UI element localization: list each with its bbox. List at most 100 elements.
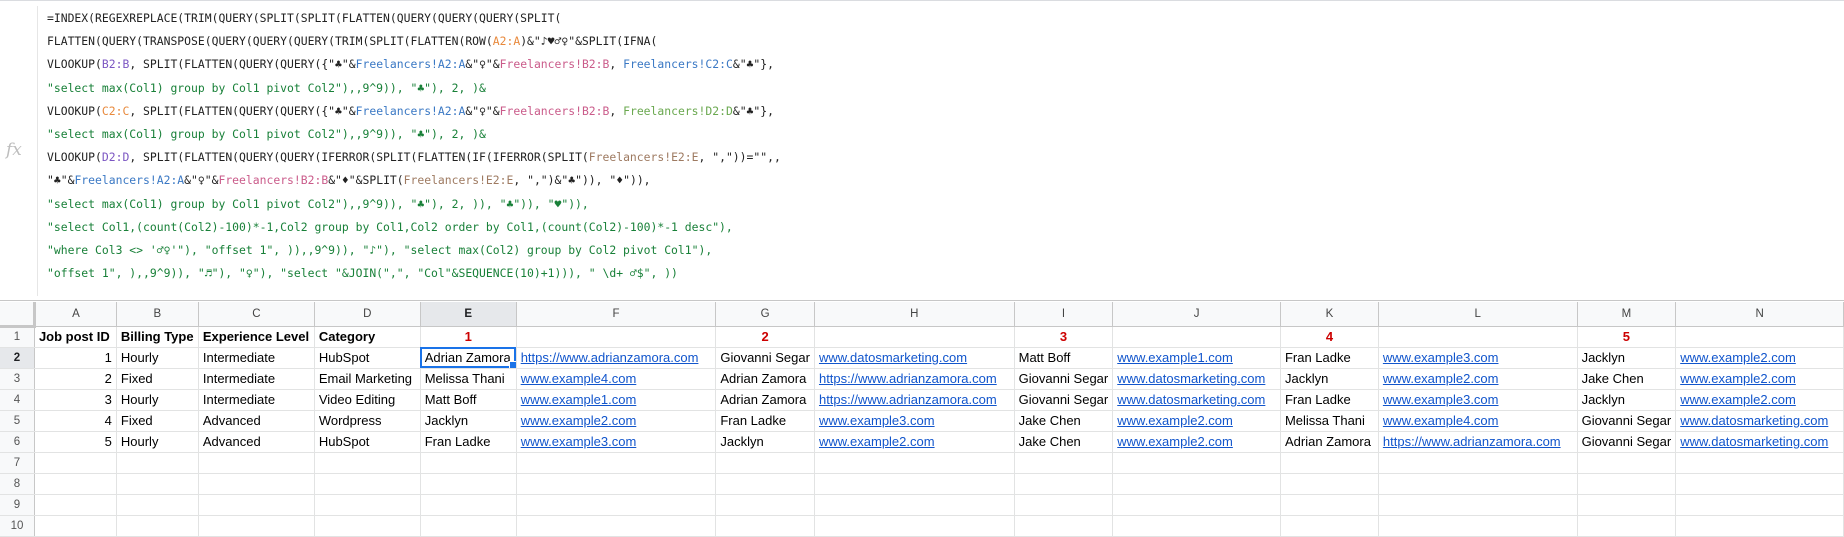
select-all-corner[interactable] bbox=[0, 302, 36, 328]
data-cell[interactable]: www.example2.com bbox=[516, 410, 717, 432]
empty-cell[interactable] bbox=[814, 452, 1015, 474]
empty-cell[interactable] bbox=[1014, 473, 1114, 495]
column-header-k[interactable]: K bbox=[1280, 302, 1379, 327]
empty-cell[interactable] bbox=[814, 494, 1015, 516]
data-cell[interactable]: www.datosmarketing.com bbox=[814, 347, 1015, 369]
data-cell[interactable]: Giovanni Segar bbox=[1014, 368, 1114, 390]
cell-link[interactable]: www.example3.com bbox=[521, 434, 637, 449]
empty-cell[interactable] bbox=[34, 473, 117, 495]
data-cell[interactable]: Fran Ladke bbox=[1280, 389, 1379, 411]
empty-cell[interactable] bbox=[34, 494, 117, 516]
data-cell[interactable]: www.datosmarketing.com bbox=[1675, 410, 1844, 432]
empty-cell[interactable] bbox=[1675, 494, 1844, 516]
empty-cell[interactable] bbox=[1280, 494, 1379, 516]
header-cell[interactable]: 5 bbox=[1577, 326, 1677, 348]
empty-cell[interactable] bbox=[314, 515, 421, 537]
empty-cell[interactable] bbox=[1112, 452, 1281, 474]
data-cell[interactable]: Jacklyn bbox=[1280, 368, 1379, 390]
empty-cell[interactable] bbox=[116, 515, 199, 537]
cell-link[interactable]: www.example3.com bbox=[819, 413, 935, 428]
header-cell[interactable]: 4 bbox=[1280, 326, 1379, 348]
empty-cell[interactable] bbox=[1378, 452, 1578, 474]
data-cell[interactable]: Advanced bbox=[198, 410, 315, 432]
row-header[interactable]: 1 bbox=[0, 326, 35, 348]
empty-cell[interactable] bbox=[420, 494, 517, 516]
header-cell[interactable]: Experience Level bbox=[198, 326, 315, 348]
cell-link[interactable]: www.example2.com bbox=[1680, 371, 1796, 386]
data-cell[interactable]: Jake Chen bbox=[1014, 410, 1114, 432]
row-header[interactable]: 10 bbox=[0, 515, 35, 537]
data-cell[interactable]: https://www.adrianzamora.com bbox=[814, 368, 1015, 390]
data-cell[interactable]: www.datosmarketing.com bbox=[1112, 389, 1281, 411]
data-cell[interactable]: www.example2.com bbox=[1112, 431, 1281, 453]
empty-cell[interactable] bbox=[116, 452, 199, 474]
data-cell[interactable]: www.example1.com bbox=[516, 389, 717, 411]
empty-cell[interactable] bbox=[715, 452, 815, 474]
data-cell[interactable]: HubSpot bbox=[314, 431, 421, 453]
empty-cell[interactable] bbox=[1112, 494, 1281, 516]
data-cell[interactable]: 2 bbox=[34, 368, 117, 390]
row-header[interactable]: 4 bbox=[0, 389, 35, 411]
cell-link[interactable]: www.datosmarketing.com bbox=[1680, 413, 1828, 428]
data-cell[interactable]: Giovanni Segar bbox=[715, 347, 815, 369]
data-cell[interactable]: https://www.adrianzamora.com bbox=[516, 347, 717, 369]
data-cell[interactable]: www.example4.com bbox=[516, 368, 717, 390]
empty-cell[interactable] bbox=[814, 515, 1015, 537]
empty-cell[interactable] bbox=[1378, 494, 1578, 516]
data-cell[interactable]: Wordpress bbox=[314, 410, 421, 432]
empty-cell[interactable] bbox=[516, 494, 717, 516]
column-header-i[interactable]: I bbox=[1014, 302, 1114, 327]
data-cell[interactable]: Hourly bbox=[116, 389, 199, 411]
empty-cell[interactable] bbox=[1014, 515, 1114, 537]
column-header-j[interactable]: J bbox=[1112, 302, 1281, 327]
row-header[interactable]: 6 bbox=[0, 431, 35, 453]
empty-cell[interactable] bbox=[1280, 452, 1379, 474]
data-cell[interactable]: Fran Ladke bbox=[420, 431, 517, 453]
empty-cell[interactable] bbox=[1280, 473, 1379, 495]
column-header-b[interactable]: B bbox=[116, 302, 199, 327]
data-cell[interactable]: Intermediate bbox=[198, 389, 315, 411]
header-cell[interactable] bbox=[1112, 326, 1281, 348]
header-cell[interactable]: Category bbox=[314, 326, 421, 348]
active-cell[interactable]: Adrian Zamora bbox=[420, 347, 517, 369]
cell-link[interactable]: www.example2.com bbox=[1680, 392, 1796, 407]
empty-cell[interactable] bbox=[1577, 494, 1677, 516]
cell-link[interactable]: https://www.adrianzamora.com bbox=[819, 392, 997, 407]
header-cell[interactable] bbox=[1675, 326, 1844, 348]
header-cell[interactable] bbox=[814, 326, 1015, 348]
column-header-h[interactable]: H bbox=[814, 302, 1015, 327]
empty-cell[interactable] bbox=[1577, 473, 1677, 495]
data-cell[interactable]: Giovanni Segar bbox=[1577, 431, 1677, 453]
data-cell[interactable]: www.example3.com bbox=[516, 431, 717, 453]
data-cell[interactable]: www.example2.com bbox=[1675, 389, 1844, 411]
row-header[interactable]: 2 bbox=[0, 347, 35, 369]
data-cell[interactable]: Fran Ladke bbox=[715, 410, 815, 432]
empty-cell[interactable] bbox=[198, 452, 315, 474]
cell-link[interactable]: www.example3.com bbox=[1383, 350, 1499, 365]
cell-link[interactable]: www.datosmarketing.com bbox=[1117, 371, 1265, 386]
data-cell[interactable]: HubSpot bbox=[314, 347, 421, 369]
empty-cell[interactable] bbox=[715, 494, 815, 516]
row-header[interactable]: 8 bbox=[0, 473, 35, 495]
data-cell[interactable]: Hourly bbox=[116, 347, 199, 369]
data-cell[interactable]: Video Editing bbox=[314, 389, 421, 411]
cell-link[interactable]: www.datosmarketing.com bbox=[1117, 392, 1265, 407]
empty-cell[interactable] bbox=[198, 494, 315, 516]
data-cell[interactable]: Adrian Zamora bbox=[1280, 431, 1379, 453]
data-cell[interactable]: 4 bbox=[34, 410, 117, 432]
cell-link[interactable]: https://www.adrianzamora.com bbox=[521, 350, 699, 365]
column-header-m[interactable]: M bbox=[1577, 302, 1677, 327]
row-header[interactable]: 7 bbox=[0, 452, 35, 474]
cell-link[interactable]: www.example1.com bbox=[521, 392, 637, 407]
data-cell[interactable]: Email Marketing bbox=[314, 368, 421, 390]
row-header[interactable]: 3 bbox=[0, 368, 35, 390]
data-cell[interactable]: Jake Chen bbox=[1014, 431, 1114, 453]
empty-cell[interactable] bbox=[198, 515, 315, 537]
data-cell[interactable]: Adrian Zamora bbox=[715, 368, 815, 390]
column-header-a[interactable]: A bbox=[34, 302, 117, 327]
empty-cell[interactable] bbox=[314, 473, 421, 495]
header-cell[interactable]: Billing Type bbox=[116, 326, 199, 348]
empty-cell[interactable] bbox=[1112, 515, 1281, 537]
data-cell[interactable]: www.example2.com bbox=[1675, 347, 1844, 369]
cell-link[interactable]: www.example2.com bbox=[1117, 413, 1233, 428]
